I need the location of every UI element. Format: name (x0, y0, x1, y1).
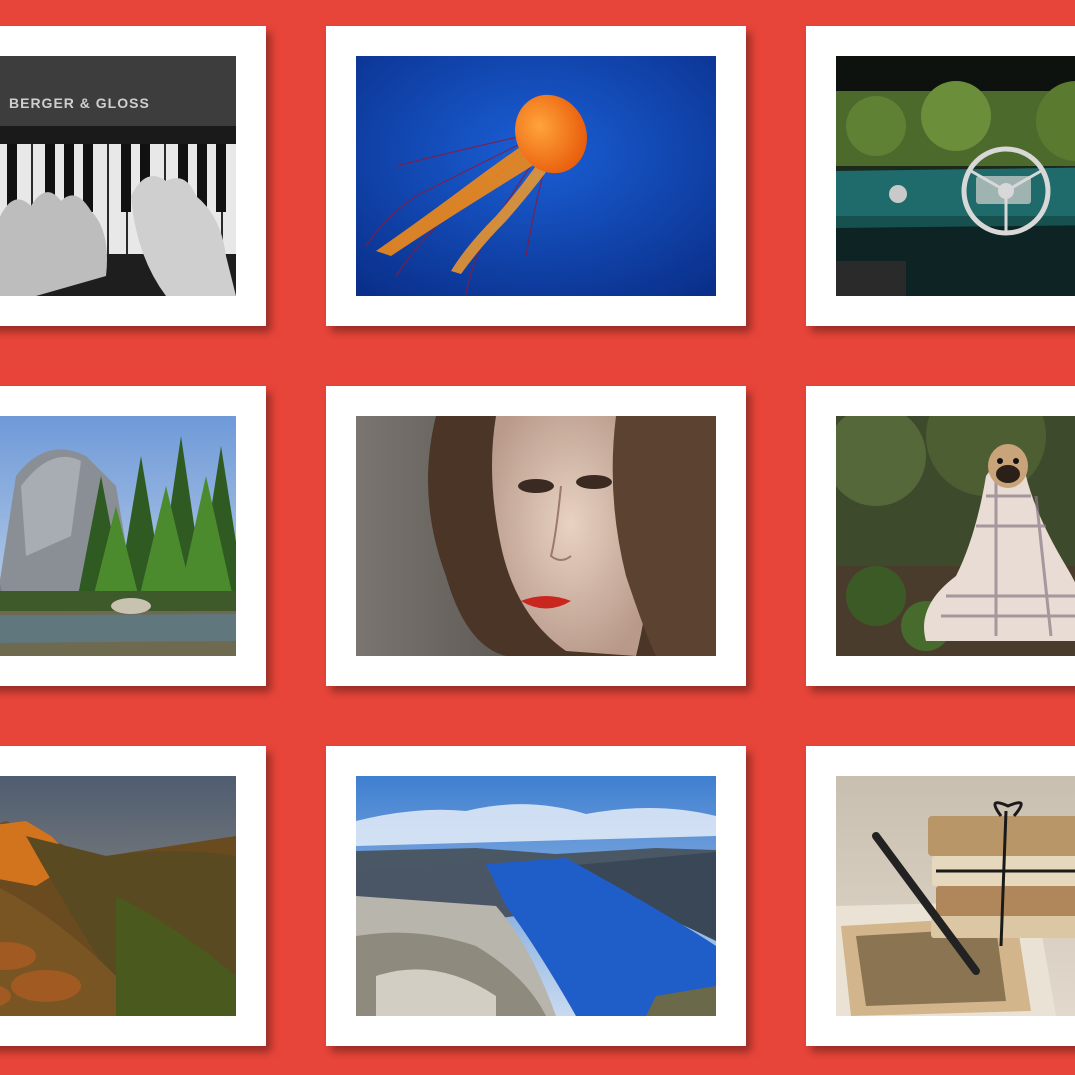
photo-car-dashboard[interactable] (836, 56, 1075, 296)
photo-mountain-forest[interactable] (0, 416, 236, 656)
gallery-card-letters[interactable] (806, 746, 1075, 1046)
gallery-card-canyon[interactable] (0, 746, 266, 1046)
gallery-card-portrait[interactable] (326, 386, 746, 686)
gallery-card-piano[interactable]: BERGER & GLOSS (0, 26, 266, 326)
photo-pug-in-blanket[interactable] (836, 416, 1075, 656)
gallery-card-jellyfish[interactable] (326, 26, 746, 326)
piano-brand-text: BERGER & GLOSS (9, 95, 150, 111)
photo-woman-portrait[interactable] (356, 416, 716, 656)
photo-fjord[interactable] (356, 776, 716, 1016)
photo-piano-keys[interactable]: BERGER & GLOSS (0, 56, 236, 296)
gallery-card-fjord[interactable] (326, 746, 746, 1046)
photo-gallery: BERGER & GLOSS (0, 0, 1075, 1075)
photo-canyon-sunset[interactable] (0, 776, 236, 1016)
gallery-card-pug[interactable] (806, 386, 1075, 686)
gallery-card-car[interactable] (806, 26, 1075, 326)
photo-letters-and-pen[interactable] (836, 776, 1075, 1016)
gallery-card-mountain[interactable] (0, 386, 266, 686)
photo-jellyfish[interactable] (356, 56, 716, 296)
